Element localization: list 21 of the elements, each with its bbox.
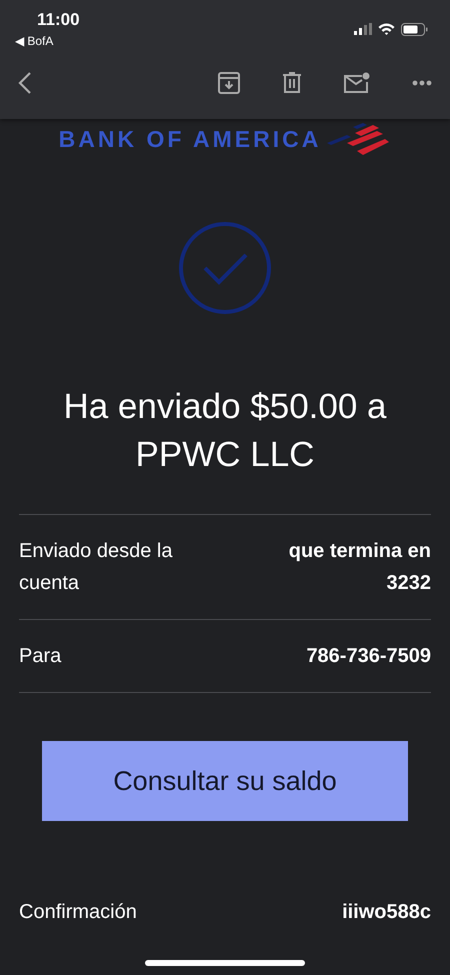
archive-icon[interactable] <box>218 72 240 94</box>
status-time: 11:00 <box>37 10 80 30</box>
detail-value: que termina en 3232 <box>288 539 431 596</box>
flag-logo-icon <box>325 121 392 157</box>
signal-icon <box>354 23 372 35</box>
confirmation-value: iiiwo588c <box>342 900 431 925</box>
detail-label: Enviado desde la cuenta <box>19 539 174 596</box>
battery-icon <box>401 22 428 36</box>
more-icon[interactable] <box>412 80 432 86</box>
mail-icon[interactable] <box>344 72 370 94</box>
detail-label: Para <box>19 644 62 669</box>
bank-logo-text: BANK OF AMERICA <box>58 126 322 152</box>
check-balance-button[interactable]: Consultar su saldo <box>42 741 408 821</box>
back-to-app-link[interactable]: ◀ BofA <box>15 34 54 48</box>
delete-icon[interactable] <box>282 72 302 94</box>
detail-value: 786-736-7509 <box>306 644 431 669</box>
check-circle-icon <box>178 221 272 315</box>
back-icon[interactable] <box>18 71 32 95</box>
wifi-icon <box>378 23 395 35</box>
confirmation-label: Confirmación <box>19 900 137 925</box>
headline: Ha enviado $50.00 a PPWC LLC <box>62 386 388 476</box>
